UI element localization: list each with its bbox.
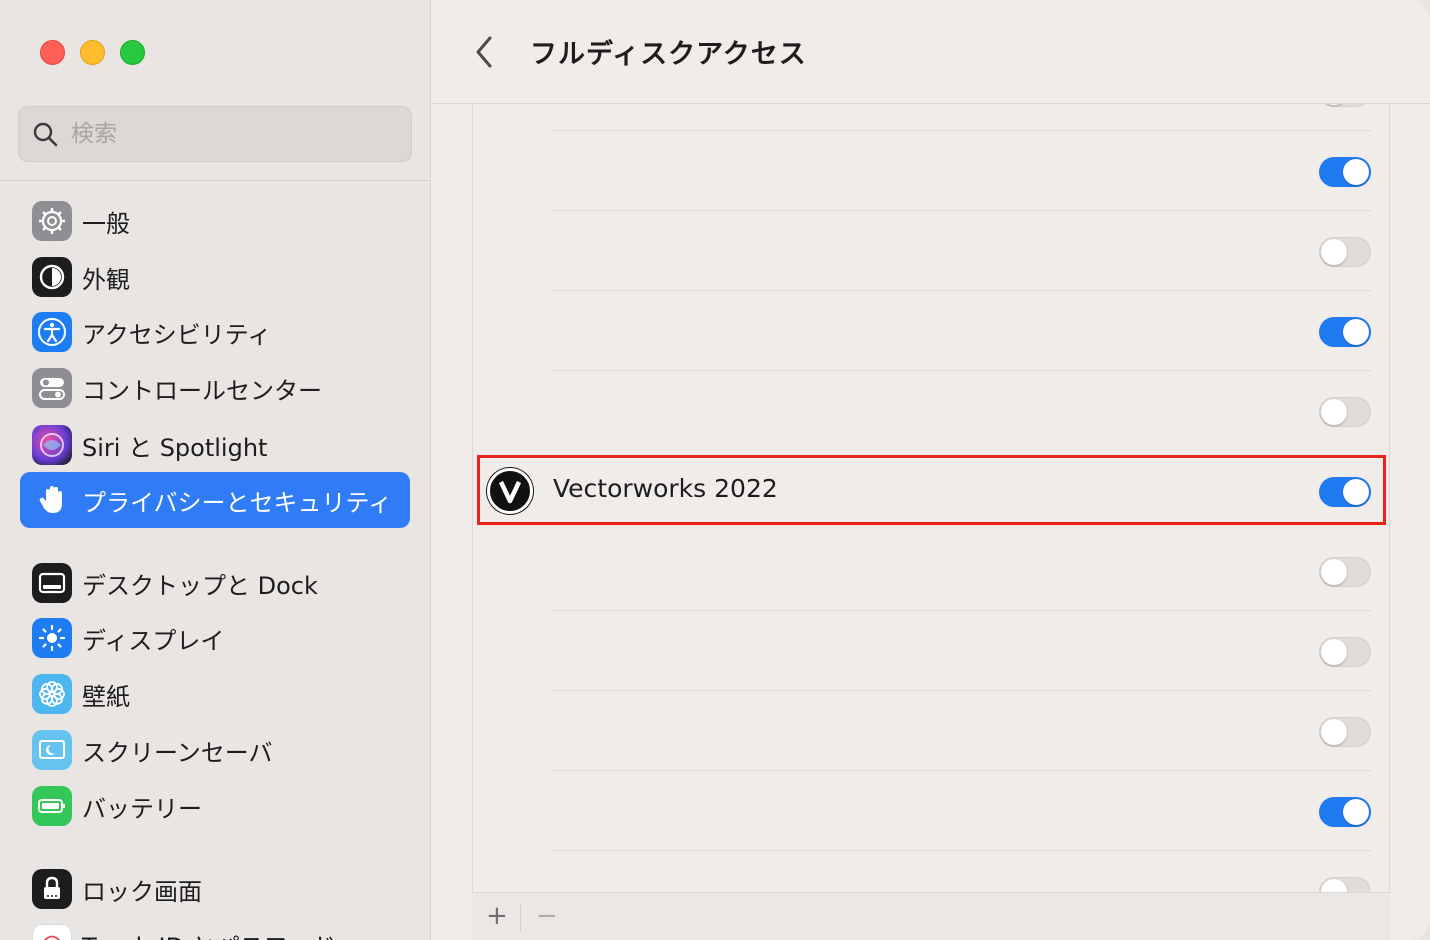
list-item <box>473 771 1389 851</box>
toggle-knob <box>1321 239 1347 265</box>
vectorworks-icon <box>487 468 533 514</box>
sidebar-item-label: ディスプレイ <box>82 626 225 655</box>
sidebar-item-battery[interactable]: バッテリー <box>20 778 410 834</box>
sidebar-item-label: プライバシーとセキュリティ <box>82 488 393 517</box>
add-button[interactable]: + <box>486 901 508 931</box>
page-title: フルディスクアクセス <box>530 39 807 70</box>
window-controls <box>40 40 145 65</box>
sidebar-item-label: Siri と Spotlight <box>82 433 268 462</box>
list-item <box>473 211 1389 291</box>
access-toggle[interactable] <box>1319 717 1371 747</box>
accessibility-icon <box>32 312 72 352</box>
sidebar-item-accessibility[interactable]: アクセシビリティ <box>20 304 410 360</box>
main-content: フルディスクアクセス Vectorworks 2022 + − <box>432 0 1430 940</box>
sidebar-item-wallpaper[interactable]: 壁紙 <box>20 666 410 722</box>
access-toggle[interactable] <box>1319 317 1371 347</box>
access-toggle[interactable] <box>1319 557 1371 587</box>
flower-icon <box>32 674 72 714</box>
sidebar-item-touch-id[interactable]: Touch ID とパスワード <box>20 916 410 940</box>
sidebar-item-general[interactable]: 一般 <box>20 193 410 249</box>
search-input[interactable] <box>71 121 371 147</box>
gear-icon <box>32 201 72 241</box>
screensaver-icon <box>32 730 72 770</box>
list-item <box>473 691 1389 771</box>
siri-icon <box>32 425 72 465</box>
list-footer: + − <box>472 892 1390 940</box>
access-toggle[interactable] <box>1319 797 1371 827</box>
sidebar-item-privacy-security[interactable]: プライバシーとセキュリティ <box>20 472 410 528</box>
access-toggle[interactable] <box>1319 157 1371 187</box>
sidebar-item-desktop-dock[interactable]: デスクトップと Dock <box>20 555 410 611</box>
list-item <box>473 531 1389 611</box>
sidebar-item-label: 一般 <box>82 209 130 238</box>
sidebar-item-label: ロック画面 <box>82 877 202 906</box>
list-item <box>473 371 1389 451</box>
toggle-knob <box>1343 479 1369 505</box>
sidebar-item-displays[interactable]: ディスプレイ <box>20 610 410 666</box>
sidebar-item-appearance[interactable]: 外観 <box>20 249 410 305</box>
sidebar-item-control-center[interactable]: コントロールセンター <box>20 360 410 416</box>
toggle-knob <box>1321 399 1347 425</box>
access-toggle[interactable] <box>1319 477 1371 507</box>
sidebar-item-label: 外観 <box>82 265 130 294</box>
toggle-knob <box>1343 159 1369 185</box>
settings-window: 一般 外観 アクセシビリティ コントロールセンター Siri と Spotlig <box>0 0 1430 940</box>
back-chevron-icon[interactable] <box>470 32 500 72</box>
access-toggle[interactable] <box>1319 637 1371 667</box>
access-toggle[interactable] <box>1319 397 1371 427</box>
search-icon <box>33 122 58 147</box>
fingerprint-icon <box>32 924 72 940</box>
access-toggle[interactable] <box>1319 237 1371 267</box>
close-window-button[interactable] <box>40 40 65 65</box>
sidebar-item-label: アクセシビリティ <box>82 320 272 349</box>
app-list: Vectorworks 2022 <box>472 60 1390 940</box>
control-center-icon <box>32 368 72 408</box>
toggle-knob <box>1343 799 1369 825</box>
list-item <box>473 131 1389 211</box>
remove-button[interactable]: − <box>536 901 558 931</box>
list-item-vectorworks: Vectorworks 2022 <box>473 451 1389 531</box>
sidebar-item-screensaver[interactable]: スクリーンセーバ <box>20 722 410 778</box>
footer-divider <box>520 903 521 931</box>
sidebar-item-label: Touch ID とパスワード <box>82 927 336 940</box>
sidebar-item-lock-screen[interactable]: ロック画面 <box>20 861 410 917</box>
battery-icon <box>32 786 72 826</box>
sidebar-divider <box>0 180 431 181</box>
app-name: Vectorworks 2022 <box>553 474 778 503</box>
toggle-knob <box>1321 559 1347 585</box>
toggle-knob <box>1343 319 1369 345</box>
sun-icon <box>32 618 72 658</box>
sidebar-item-label: デスクトップと Dock <box>82 571 318 600</box>
title-bar: フルディスクアクセス <box>432 0 1430 104</box>
sidebar-item-siri-spotlight[interactable]: Siri と Spotlight <box>20 417 410 473</box>
sidebar-item-label: 壁紙 <box>82 682 130 711</box>
zoom-window-button[interactable] <box>120 40 145 65</box>
hand-icon <box>32 480 72 520</box>
list-item <box>473 611 1389 691</box>
sidebar-item-label: スクリーンセーバ <box>82 738 273 767</box>
appearance-icon <box>32 257 72 297</box>
search-field[interactable] <box>18 106 412 162</box>
list-item <box>473 291 1389 371</box>
minimize-window-button[interactable] <box>80 40 105 65</box>
sidebar-item-label: コントロールセンター <box>82 376 322 405</box>
dock-icon <box>32 563 72 603</box>
sidebar: 一般 外観 アクセシビリティ コントロールセンター Siri と Spotlig <box>0 0 431 940</box>
sidebar-item-label: バッテリー <box>82 794 202 823</box>
toggle-knob <box>1321 719 1347 745</box>
lock-icon <box>32 869 72 909</box>
toggle-knob <box>1321 639 1347 665</box>
